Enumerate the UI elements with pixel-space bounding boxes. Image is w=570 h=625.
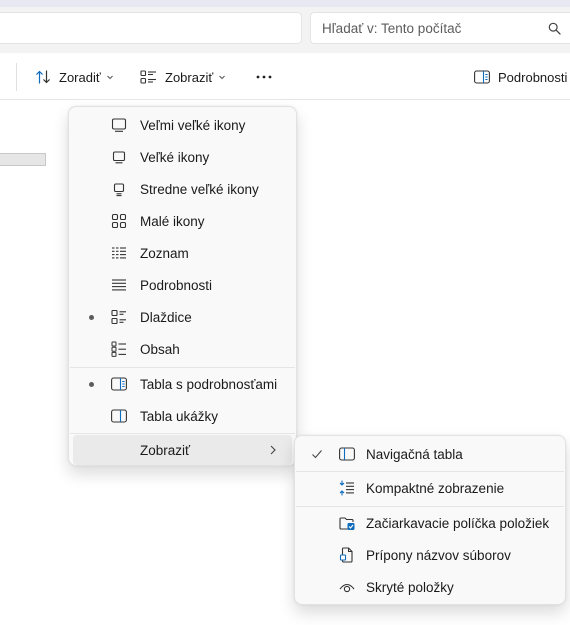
- tiles-icon: [111, 309, 126, 325]
- submenu-item-compact-view[interactable]: Kompaktné zobrazenie: [299, 473, 561, 503]
- menu-item-label: Zobraziť: [140, 443, 191, 458]
- title-bar-strip: [0, 0, 570, 7]
- details-pane-icon: [111, 377, 127, 391]
- menu-divider: [70, 367, 295, 368]
- view-button[interactable]: Zobraziť: [140, 65, 226, 89]
- menu-item-small-icons[interactable]: Malé ikony: [73, 206, 292, 236]
- menu-item-details-pane[interactable]: Tabla s podrobnosťami: [73, 369, 292, 399]
- details-label: Podrobnosti: [498, 69, 568, 85]
- submenu-item-item-checkboxes[interactable]: Začiarkavacie políčka položiek: [299, 508, 561, 538]
- menu-divider: [296, 471, 564, 472]
- menu-item-label: Tabla s podrobnosťami: [140, 377, 278, 392]
- compact-view-icon: [339, 480, 354, 496]
- menu-item-show[interactable]: Zobraziť: [73, 435, 292, 465]
- large-icons-icon: [112, 151, 126, 164]
- hidden-items-icon: [339, 583, 355, 593]
- sort-button[interactable]: Zoradiť: [35, 65, 114, 89]
- navigation-pane-icon: [339, 447, 355, 461]
- view-tiles-icon: [140, 70, 156, 84]
- menu-item-label: Malé ikony: [140, 214, 205, 229]
- view-menu: Veľmi veľké ikony Veľké ikony Stredne ve…: [68, 106, 297, 466]
- background-item-bar: [0, 153, 46, 166]
- menu-item-extra-large-icons[interactable]: Veľmi veľké ikony: [73, 110, 292, 140]
- search-icon[interactable]: [548, 22, 561, 35]
- sort-icon: [36, 70, 50, 84]
- search-placeholder: Hľadať v: Tento počítač: [322, 21, 462, 36]
- menu-item-label: Dlaždice: [140, 310, 192, 325]
- details-icon: [112, 279, 126, 291]
- menu-divider: [70, 433, 295, 434]
- submenu-item-label: Prípony názvov súborov: [366, 548, 511, 563]
- menu-divider: [296, 506, 564, 507]
- chevron-down-icon: [106, 75, 113, 80]
- menu-item-label: Veľké ikony: [140, 150, 210, 165]
- details-pane-icon: [474, 70, 490, 84]
- submenu-item-label: Skryté položky: [366, 580, 454, 595]
- menu-item-label: Podrobnosti: [140, 278, 213, 293]
- medium-icons-icon: [113, 183, 125, 197]
- menu-item-medium-icons[interactable]: Stredne veľké ikony: [73, 174, 292, 204]
- search-box[interactable]: Hľadať v: Tento počítač: [310, 12, 570, 44]
- extra-large-icons-icon: [111, 118, 127, 132]
- menu-item-tiles[interactable]: Dlaždice: [73, 302, 292, 332]
- file-extensions-icon: [339, 547, 353, 563]
- menu-item-large-icons[interactable]: Veľké ikony: [73, 142, 292, 172]
- chevron-right-icon: [270, 445, 276, 455]
- menu-item-details[interactable]: Podrobnosti: [73, 270, 292, 300]
- show-submenu: Navigačná tabla Kompaktné zobrazenie Zač…: [294, 435, 566, 605]
- menu-item-label: Veľmi veľké ikony: [140, 118, 246, 133]
- selected-bullet-icon: [89, 382, 94, 387]
- checkmark-icon: [312, 450, 322, 459]
- menu-item-label: Obsah: [140, 342, 180, 357]
- content-icon: [111, 341, 126, 357]
- submenu-item-label: Kompaktné zobrazenie: [366, 481, 505, 496]
- details-pane-button[interactable]: Podrobnosti: [474, 65, 567, 89]
- selected-bullet-icon: [89, 315, 94, 320]
- address-row: Hľadať v: Tento počítač: [0, 7, 570, 53]
- chevron-down-icon: [219, 75, 226, 80]
- view-label: Zobraziť: [165, 69, 214, 85]
- list-icon: [112, 247, 126, 259]
- menu-item-label: Tabla ukážky: [140, 409, 219, 424]
- menu-item-label: Zoznam: [140, 246, 189, 261]
- submenu-item-label: Navigačná tabla: [366, 447, 463, 462]
- more-icon: [256, 75, 272, 79]
- menu-item-content[interactable]: Obsah: [73, 334, 292, 364]
- preview-pane-icon: [111, 409, 127, 423]
- submenu-item-file-extensions[interactable]: Prípony názvov súborov: [299, 540, 561, 570]
- item-checkboxes-icon: [339, 517, 355, 530]
- menu-item-preview-pane[interactable]: Tabla ukážky: [73, 401, 292, 431]
- menu-item-list[interactable]: Zoznam: [73, 238, 292, 268]
- submenu-item-label: Začiarkavacie políčka položiek: [366, 516, 550, 531]
- more-options-button[interactable]: [255, 65, 273, 89]
- command-bar: Zoradiť Zobraziť Podrobnosti: [0, 53, 570, 100]
- small-icons-icon: [111, 213, 127, 229]
- submenu-item-hidden-items[interactable]: Skryté položky: [299, 572, 561, 602]
- address-bar[interactable]: [0, 12, 302, 44]
- toolbar-separator: [16, 63, 17, 91]
- submenu-item-navigation-pane[interactable]: Navigačná tabla: [299, 439, 561, 469]
- sort-label: Zoradiť: [59, 69, 101, 85]
- menu-item-label: Stredne veľké ikony: [140, 182, 259, 197]
